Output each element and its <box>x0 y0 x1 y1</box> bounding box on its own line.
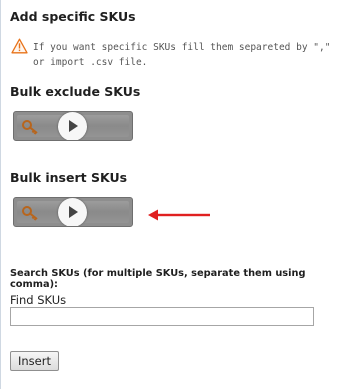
bulk-exclude-video[interactable] <box>13 111 133 141</box>
warning-triangle-icon <box>11 38 28 54</box>
key-icon <box>22 206 38 221</box>
left-border <box>0 0 1 389</box>
play-icon[interactable] <box>58 112 87 140</box>
key-icon <box>22 120 38 135</box>
sku-hint-text: If you want specific SKUs fill them sepa… <box>33 42 331 68</box>
bulk-insert-video[interactable] <box>13 197 133 227</box>
bulk-exclude-skus-heading: Bulk exclude SKUs <box>10 84 141 99</box>
search-skus-label: Search SKUs (for multiple SKUs, separate… <box>10 268 306 290</box>
bulk-insert-skus-heading: Bulk insert SKUs <box>10 170 128 185</box>
play-icon[interactable] <box>58 198 87 226</box>
add-specific-skus-heading: Add specific SKUs <box>10 9 136 24</box>
insert-button[interactable]: Insert <box>10 351 59 371</box>
red-arrow-annotation <box>148 209 210 221</box>
find-skus-input[interactable] <box>10 307 314 326</box>
find-skus-label: Find SKUs <box>10 293 67 307</box>
